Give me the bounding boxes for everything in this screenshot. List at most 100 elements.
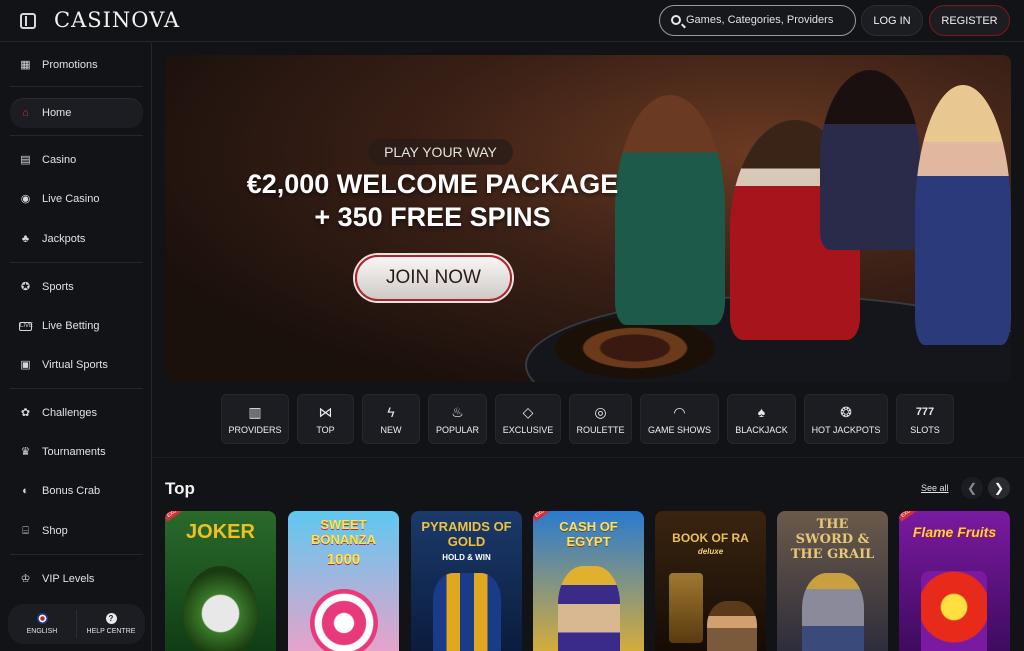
sidebar-item-label: Promotions xyxy=(42,59,98,71)
game-card-sweet-bonanza[interactable]: SWEET BONANZA 1000 xyxy=(288,511,399,651)
help-centre-link[interactable]: ? HELP CENTRE xyxy=(77,604,145,644)
game-card-book-of-ra[interactable]: BOOK OF RA deluxe xyxy=(655,511,766,651)
uk-flag-icon xyxy=(36,613,48,624)
sidebar-item-bonus-crab[interactable]: ◐ Bonus Crab xyxy=(10,476,143,506)
book-icon: ▥ xyxy=(248,403,262,420)
diamond-icon: ◇ xyxy=(522,403,534,420)
game-art-image xyxy=(802,573,864,651)
game-card-joker[interactable]: JOKER EXCLUSIVE xyxy=(165,511,276,651)
category-game-shows[interactable]: ◠ GAME SHOWS xyxy=(640,394,719,444)
carousel-next-button[interactable]: ❯ xyxy=(988,477,1010,499)
help-icon: ? xyxy=(105,613,117,624)
search-placeholder: Games, Categories, Providers xyxy=(686,14,834,26)
sidebar-item-home[interactable]: ⌂ Home xyxy=(10,98,143,128)
game-title: BOOK OF RA xyxy=(672,531,749,545)
claw-icon: ◐ xyxy=(22,484,29,497)
hero-banner[interactable]: PLAY YOUR WAY €2,000 WELCOME PACKAGE + 3… xyxy=(165,55,1011,382)
category-exclusive[interactable]: ◇ EXCLUSIVE xyxy=(495,394,561,444)
sidebar: ▦ Promotions ⌂ Home ▤ Casino ◉ Live Casi… xyxy=(0,43,152,651)
cards-icon: ♠ xyxy=(757,403,766,420)
hero-tagline: PLAY YOUR WAY xyxy=(368,139,513,165)
sidebar-item-live-casino[interactable]: ◉ Live Casino xyxy=(10,184,143,214)
sidebar-footer: ENGLISH ? HELP CENTRE xyxy=(8,604,145,644)
register-button[interactable]: REGISTER xyxy=(929,5,1010,36)
see-all-link[interactable]: See all xyxy=(921,483,949,493)
live-dealer-icon: ◉ xyxy=(20,192,31,205)
live-badge-icon: LIVE xyxy=(19,321,34,331)
game-art-image xyxy=(921,571,987,651)
divider xyxy=(10,135,143,136)
sevens-icon: 777 xyxy=(915,405,935,418)
category-top[interactable]: ⋈ TOP xyxy=(297,394,354,444)
crown-icon: ♔ xyxy=(20,572,31,585)
game-card-pyramids-of-gold[interactable]: PYRAMIDS OF GOLD HOLD & WIN xyxy=(411,511,522,651)
game-subtitle: deluxe xyxy=(697,547,724,556)
sidebar-item-challenges[interactable]: ✿ Challenges xyxy=(10,398,143,428)
lightning-icon: ϟ xyxy=(387,403,395,420)
sidebar-item-jackpots[interactable]: ♣ Jackpots xyxy=(10,224,143,254)
sidebar-item-sports[interactable]: ✪ Sports xyxy=(10,272,143,302)
hero-figure-image xyxy=(820,70,920,250)
divider xyxy=(10,388,143,389)
sidebar-item-label: Shop xyxy=(42,525,68,537)
game-subtitle: 1000 xyxy=(326,551,361,568)
category-popular[interactable]: ♨ POPULAR xyxy=(428,394,487,444)
sidebar-item-label: VIP Levels xyxy=(42,573,95,585)
game-card-cash-of-egypt[interactable]: CASH OF EGYPT EXCLUSIVE xyxy=(533,511,644,651)
soccer-ball-icon: ✪ xyxy=(20,280,31,293)
game-art-image xyxy=(558,566,620,651)
divider xyxy=(10,554,143,555)
join-now-button[interactable]: JOIN NOW xyxy=(355,255,512,301)
sidebar-item-promotions[interactable]: ▦ Promotions xyxy=(10,50,143,80)
category-label: PROVIDERS xyxy=(228,424,282,435)
sidebar-item-label: Live Casino xyxy=(42,193,100,205)
sidebar-item-casino[interactable]: ▤ Casino xyxy=(10,145,143,175)
game-card-flame-fruits[interactable]: Flame Fruits EXCLUSIVE xyxy=(899,511,1010,651)
shop-icon: ⌸ xyxy=(22,524,29,537)
sidebar-item-virtual-sports[interactable]: ▣ Virtual Sports xyxy=(10,350,143,380)
casinova-logo[interactable]: CASINOVA xyxy=(54,8,180,32)
carousel-prev-button[interactable]: ❮ xyxy=(961,477,983,499)
medal-icon: ✿ xyxy=(20,406,31,419)
game-art-image xyxy=(707,601,757,651)
category-hot-jackpots[interactable]: ❂ HOT JACKPOTS xyxy=(804,394,888,444)
search-icon xyxy=(671,15,681,25)
search-input[interactable]: Games, Categories, Providers xyxy=(659,5,856,36)
chevron-left-icon: ❮ xyxy=(966,481,978,495)
hero-figure-image xyxy=(915,85,1011,345)
sidebar-item-label: Casino xyxy=(42,154,77,166)
sidebar-item-tournaments[interactable]: ♛ Tournaments xyxy=(10,437,143,467)
language-selector[interactable]: ENGLISH xyxy=(8,604,76,644)
section-title: Top xyxy=(165,479,195,498)
sidebar-item-live-betting[interactable]: LIVE Live Betting xyxy=(10,311,143,341)
category-providers[interactable]: ▥ PROVIDERS xyxy=(221,394,289,444)
category-slots[interactable]: 777 SLOTS xyxy=(896,394,954,444)
roulette-wheel-image xyxy=(555,317,715,379)
clover-icon: ♣ xyxy=(21,232,30,245)
language-label: ENGLISH xyxy=(26,628,58,635)
category-label: HOT JACKPOTS xyxy=(811,424,881,435)
game-title: JOKER xyxy=(186,521,255,543)
login-button[interactable]: LOG IN xyxy=(861,5,923,36)
hero-headline: €2,000 WELCOME PACKAGE + 350 FREE SPINS xyxy=(215,168,650,234)
sidebar-item-label: Live Betting xyxy=(42,320,100,332)
game-subtitle: HOLD & WIN xyxy=(442,553,491,562)
sidebar-item-label: Challenges xyxy=(42,407,98,419)
game-card-the-sword-and-the-grail[interactable]: THE SWORD & THE GRAIL xyxy=(777,511,888,651)
category-roulette[interactable]: ◎ ROULETTE xyxy=(569,394,632,444)
fire-coin-icon: ❂ xyxy=(840,403,852,420)
game-title: THE SWORD & THE GRAIL xyxy=(790,517,875,562)
sidebar-toggle-icon[interactable] xyxy=(20,13,36,29)
bowtie-icon: ⋈ xyxy=(318,403,333,420)
game-art-image xyxy=(433,573,501,651)
sidebar-item-vip-levels[interactable]: ♔ VIP Levels xyxy=(10,564,143,594)
sidebar-item-label: Tournaments xyxy=(42,446,106,458)
game-art-image xyxy=(183,566,258,651)
category-blackjack[interactable]: ♠ BLACKJACK xyxy=(727,394,796,444)
divider xyxy=(10,262,143,263)
category-new[interactable]: ϟ NEW xyxy=(362,394,420,444)
headline-line-2: + 350 FREE SPINS xyxy=(314,202,551,232)
category-label: BLACKJACK xyxy=(735,424,788,435)
category-label: ROULETTE xyxy=(576,424,625,435)
sidebar-item-shop[interactable]: ⌸ Shop xyxy=(10,516,143,546)
